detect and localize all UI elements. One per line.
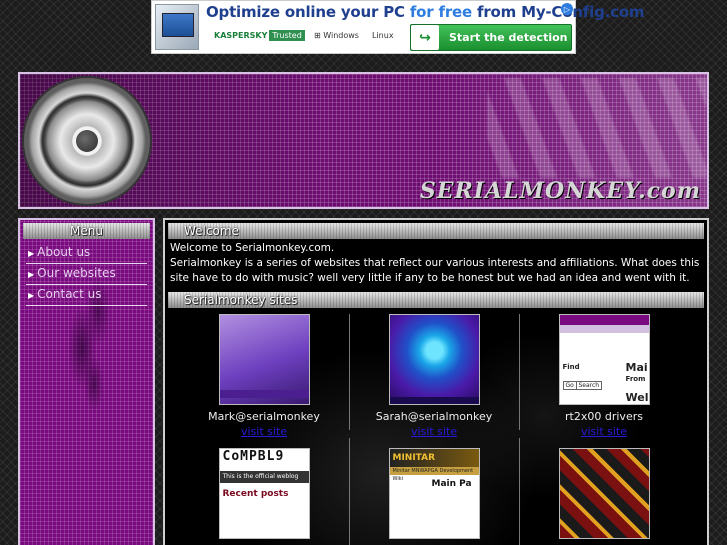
speaker-cap bbox=[76, 130, 98, 152]
column-divider bbox=[519, 314, 520, 430]
sites-title: Serialmonkey sites bbox=[168, 292, 704, 308]
site-card-rt2x00: Find Go Search Mai From Wel rt2x00 drive… bbox=[529, 314, 679, 439]
welcome-title: Welcome bbox=[168, 223, 704, 239]
site-thumbnail[interactable]: Find Go Search Mai From Wel bbox=[558, 314, 650, 405]
thumb-find-label: Find bbox=[562, 363, 580, 371]
kaspersky-logo: KASPERSKY Trusted bbox=[214, 30, 305, 41]
triangle-right-icon: ▶ bbox=[28, 291, 35, 300]
thumb-search-button: Search bbox=[575, 381, 603, 390]
menu-item-our-websites[interactable]: ▶ Our websites bbox=[26, 264, 147, 285]
column-divider bbox=[519, 438, 520, 545]
site-thumbnail[interactable] bbox=[558, 448, 650, 539]
triangle-right-icon: ▶ bbox=[28, 249, 35, 258]
menu-item-label: Our websites bbox=[37, 266, 116, 280]
thumb-from-text: From bbox=[625, 375, 646, 383]
ad-banner[interactable]: Optimize online your PC for free from My… bbox=[151, 0, 645, 54]
site-logo: SERIALMONKEY.com bbox=[419, 178, 701, 204]
intro-text: Welcome to Serialmonkey.com. Serialmonke… bbox=[165, 241, 707, 286]
menu-item-contact-us[interactable]: ▶ Contact us bbox=[26, 285, 147, 306]
intro-line-2: Serialmonkey is a series of websites tha… bbox=[170, 257, 700, 284]
site-card-wine bbox=[529, 448, 679, 543]
linux-logo: Linux bbox=[372, 31, 394, 40]
menu-item-label: Contact us bbox=[37, 287, 102, 301]
thumb-main-heading: Mai bbox=[625, 361, 648, 374]
start-detection-label: Start the detection bbox=[449, 31, 568, 44]
thumb-nav-bar bbox=[559, 325, 649, 333]
main-content: Welcome Welcome to Serialmonkey.com. Ser… bbox=[163, 218, 709, 545]
ad-title: Optimize online your PC for free from My… bbox=[206, 3, 645, 21]
visit-site-link[interactable]: visit site bbox=[359, 424, 509, 439]
site-thumbnail[interactable] bbox=[218, 314, 310, 405]
start-detection-button[interactable]: ↪ Start the detection bbox=[410, 24, 572, 51]
menu-item-label: About us bbox=[37, 245, 91, 259]
thumb-subtitle: Minitar MNWAPGA Development Wiki bbox=[389, 467, 479, 482]
windows-logo: ⊞ Windows bbox=[314, 31, 359, 40]
thumb-main-heading: Main Pa bbox=[431, 479, 472, 489]
menu-title: Menu bbox=[23, 223, 150, 239]
piano-keys-graphic bbox=[487, 78, 707, 178]
site-thumbnail[interactable]: CoMPBL9 This is the official weblog Rece… bbox=[218, 448, 310, 539]
column-divider bbox=[349, 314, 350, 430]
computer-icon bbox=[155, 4, 199, 50]
thumb-logo: MINITAR bbox=[389, 449, 479, 467]
arrow-icon: ↪ bbox=[411, 25, 439, 50]
menu-item-about-us[interactable]: ▶ About us bbox=[26, 243, 147, 264]
ad-choices-icon[interactable]: ▷ bbox=[561, 3, 573, 15]
site-name: Mark@serialmonkey bbox=[208, 410, 320, 423]
site-name: Sarah@serialmonkey bbox=[375, 410, 493, 423]
sites-grid: Mark@serialmonkey visit site Sarah@seria… bbox=[165, 310, 707, 545]
thumb-welcome-heading: Wel bbox=[625, 391, 649, 404]
triangle-right-icon: ▶ bbox=[28, 270, 35, 279]
site-thumbnail[interactable] bbox=[388, 314, 480, 405]
site-thumbnail[interactable]: MINITAR Minitar MNWAPGA Development Wiki… bbox=[388, 448, 480, 539]
thumb-header-bar bbox=[559, 315, 649, 325]
site-card-minitar: MINITAR Minitar MNWAPGA Development Wiki… bbox=[359, 448, 509, 543]
speaker-image bbox=[24, 78, 150, 204]
thumb-subtitle: This is the official weblog bbox=[219, 471, 309, 483]
site-header: SERIALMONKEY.com bbox=[18, 72, 709, 209]
site-name: rt2x00 drivers bbox=[565, 410, 643, 423]
site-card-sarah: Sarah@serialmonkey visit site bbox=[359, 314, 509, 439]
side-menu: Menu ▶ About us ▶ Our websites ▶ Contact us bbox=[18, 218, 155, 545]
visit-site-link[interactable]: visit site bbox=[189, 424, 339, 439]
site-card-weblog: CoMPBL9 This is the official weblog Rece… bbox=[189, 448, 339, 543]
column-divider bbox=[349, 438, 350, 545]
thumb-recent-posts: Recent posts bbox=[222, 489, 289, 499]
visit-site-link[interactable]: visit site bbox=[529, 424, 679, 439]
intro-line-1: Welcome to Serialmonkey.com. bbox=[170, 242, 335, 254]
site-card-mark: Mark@serialmonkey visit site bbox=[189, 314, 339, 439]
thumb-logo: CoMPBL9 bbox=[219, 449, 309, 471]
